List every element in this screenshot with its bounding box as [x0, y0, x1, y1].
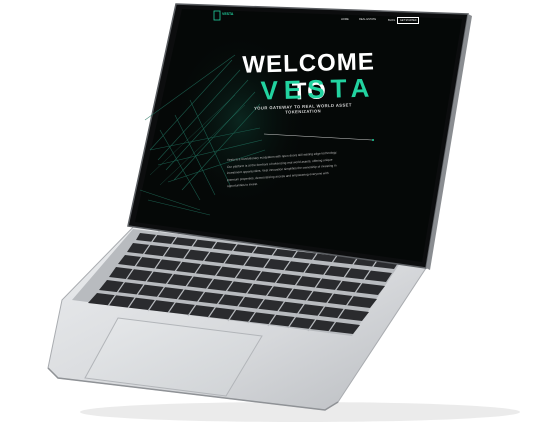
hero-divider-dot [372, 139, 374, 141]
display-glow [170, 30, 310, 210]
laptop-illustration [47, 3, 520, 422]
